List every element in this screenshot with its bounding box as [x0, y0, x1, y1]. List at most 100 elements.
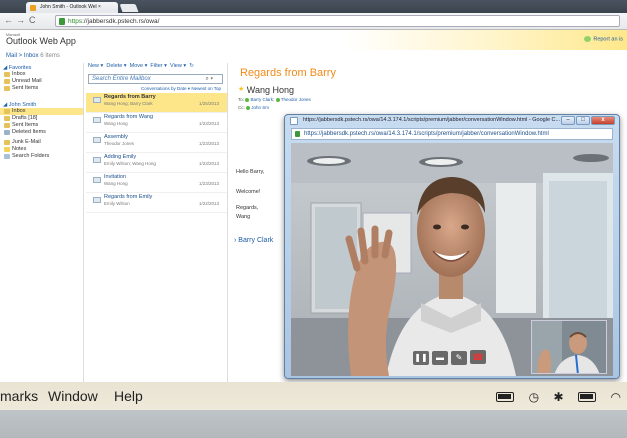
url-scheme: https: [68, 18, 83, 25]
new-tab-button[interactable]: [119, 4, 139, 12]
message-subject: Adding Emily: [104, 154, 137, 160]
breadcrumb-path[interactable]: Mail > Inbox: [6, 53, 39, 59]
list-item[interactable]: Adding Emily Emily Wilson; Wang Hong 1/2…: [86, 153, 227, 173]
message-date: 1/23/2013: [198, 181, 219, 186]
sort-options[interactable]: Conversations by Date ▾ Newest on Top: [86, 84, 227, 93]
mute-mic-icon[interactable]: ✎: [451, 351, 467, 365]
page-icon: [290, 117, 298, 125]
list-item[interactable]: Regards from Wang Wang Hong 1/23/2013: [86, 113, 227, 133]
folder-item[interactable]: Sent Items: [0, 122, 83, 129]
list-item[interactable]: Regards from Emily Emily Wilson 1/22/201…: [86, 193, 227, 213]
envelope-icon: [93, 197, 101, 203]
url-field[interactable]: https://jabbersdk.pstech.rs/owa/: [55, 15, 620, 27]
recipients-cc: Cc: John Sm: [238, 105, 270, 110]
browser-tab[interactable]: John Smith - Outlook Wel ×: [26, 2, 118, 13]
remote-video: ❚❚ ▬ ✎ ☎: [291, 143, 613, 376]
account-header[interactable]: ◢ John Smith: [0, 100, 83, 108]
address-bar-row: ← → C https://jabbersdk.pstech.rs/owa/: [0, 13, 627, 30]
list-item[interactable]: Regards from Barry Wang Hong; Barry Clar…: [86, 93, 227, 113]
screen-bezel: [0, 410, 627, 438]
filter-button[interactable]: Filter ▾: [150, 63, 167, 69]
message-date: 1/23/2013: [198, 141, 219, 146]
reading-title: Regards from Barry: [240, 67, 336, 79]
body-greeting: Hello Barry,: [236, 169, 265, 175]
search-input[interactable]: Search Entire Mailbox ⌕ ▾: [88, 74, 223, 84]
envelope-icon: [93, 137, 101, 143]
message-date: 1/22/2013: [198, 201, 219, 206]
list-item[interactable]: Assembly Theodor Jones 1/23/2013: [86, 133, 227, 153]
folder-item[interactable]: Deleted Items: [0, 129, 83, 136]
folder-item[interactable]: Inbox: [0, 71, 83, 78]
owa-logo: Microsoft Outlook Web App: [6, 33, 76, 46]
message-subject: Regards from Emily: [104, 194, 153, 200]
wifi-icon[interactable]: ◠: [611, 390, 621, 404]
recipient[interactable]: John Sm: [251, 105, 269, 110]
notes-folder-icon: [4, 147, 10, 152]
bluetooth-icon[interactable]: ✱: [554, 390, 564, 404]
recipients-to: To: Barry Clark; Theodor Jones: [238, 97, 311, 102]
window-title: https://jabbersdk.pstech.rs/owa/14.3.174…: [303, 117, 561, 123]
recipient[interactable]: Barry Clark: [251, 97, 274, 102]
move-button[interactable]: Move ▾: [130, 63, 148, 69]
display-icon[interactable]: [578, 391, 597, 402]
minimize-button[interactable]: –: [561, 116, 575, 125]
list-item[interactable]: Invitation Wang Hong 1/23/2013: [86, 173, 227, 193]
breadcrumb: Mail > Inbox 6 Items: [6, 53, 60, 59]
message-subject: Regards from Wang: [104, 114, 154, 120]
folder-item[interactable]: Drafts [18]: [0, 115, 83, 122]
drafts-folder-icon: [4, 116, 10, 121]
breadcrumb-count: 6 Items: [40, 53, 60, 59]
folder-item[interactable]: Sent Items: [0, 85, 83, 92]
folder-item-inbox[interactable]: Inbox: [0, 108, 83, 115]
sent-folder-icon: [4, 123, 10, 128]
sender-name[interactable]: Wang Hong: [247, 85, 294, 95]
new-button[interactable]: New ▾: [88, 63, 103, 69]
clock-icon[interactable]: ◷: [529, 390, 539, 404]
folder-item[interactable]: Unread Mail: [0, 78, 83, 85]
star-icon[interactable]: ★: [238, 86, 244, 93]
report-link[interactable]: Report an is: [584, 36, 623, 42]
menu-window[interactable]: Window: [48, 388, 98, 404]
video-call-window[interactable]: https://jabbersdk.pstech.rs/owa/14.3.174…: [284, 114, 620, 379]
menu-help[interactable]: Help: [114, 388, 143, 404]
search-folder-icon: [4, 154, 10, 159]
view-button[interactable]: View ▾: [170, 63, 186, 69]
folder-item[interactable]: Search Folders: [0, 153, 83, 160]
battery-icon[interactable]: [496, 391, 515, 402]
refresh-icon[interactable]: ↻: [189, 63, 194, 69]
popup-url-field[interactable]: https://jabbersdk.pstech.rs/owa/14.3.174…: [291, 128, 613, 140]
report-icon: [584, 36, 592, 42]
self-view-video: [531, 320, 607, 374]
maximize-button[interactable]: □: [576, 116, 590, 125]
envelope-icon: [93, 157, 101, 163]
presence-icon: [245, 97, 250, 102]
end-call-icon[interactable]: ☎: [470, 350, 486, 364]
inbox-folder-icon: [4, 109, 10, 114]
pause-icon[interactable]: ❚❚: [413, 351, 429, 365]
folder-item[interactable]: Notes: [0, 146, 83, 153]
browser-tab-bar: John Smith - Outlook Wel ×: [0, 0, 627, 13]
reload-icon[interactable]: C: [29, 15, 36, 25]
message-list-pane: New ▾ Delete ▾ Move ▾ Filter ▾ View ▾ ↻ …: [86, 63, 228, 382]
reading-sender: ★ Wang Hong: [238, 85, 294, 95]
menu-bookmarks[interactable]: marks: [0, 388, 38, 404]
thread-item[interactable]: › Barry Clark: [234, 237, 273, 244]
sent-folder-icon: [4, 86, 10, 91]
video-off-icon[interactable]: ▬: [432, 351, 448, 365]
report-label: Report an is: [593, 36, 623, 43]
window-buttons: – □ x: [560, 116, 615, 126]
message-toolbar: New ▾ Delete ▾ Move ▾ Filter ▾ View ▾ ↻: [86, 63, 227, 72]
tab-title: John Smith - Outlook Wel ×: [40, 4, 101, 10]
message-date: 1/23/2013: [198, 161, 219, 166]
favorites-header[interactable]: ◢ Favorites: [0, 63, 83, 71]
close-button[interactable]: x: [591, 116, 615, 125]
search-folder-icon: [4, 79, 10, 84]
recipient[interactable]: Theodor Jones: [281, 97, 311, 102]
folder-item[interactable]: Junk E-Mail: [0, 139, 83, 146]
forward-arrow-icon[interactable]: →: [16, 15, 25, 25]
delete-button[interactable]: Delete ▾: [106, 63, 126, 69]
presence-icon: [275, 97, 280, 102]
search-icon[interactable]: ⌕ ▾: [205, 75, 213, 84]
url-path: ://jabbersdk.pstech.rs/owa/: [82, 18, 160, 25]
back-arrow-icon[interactable]: ←: [4, 15, 13, 25]
